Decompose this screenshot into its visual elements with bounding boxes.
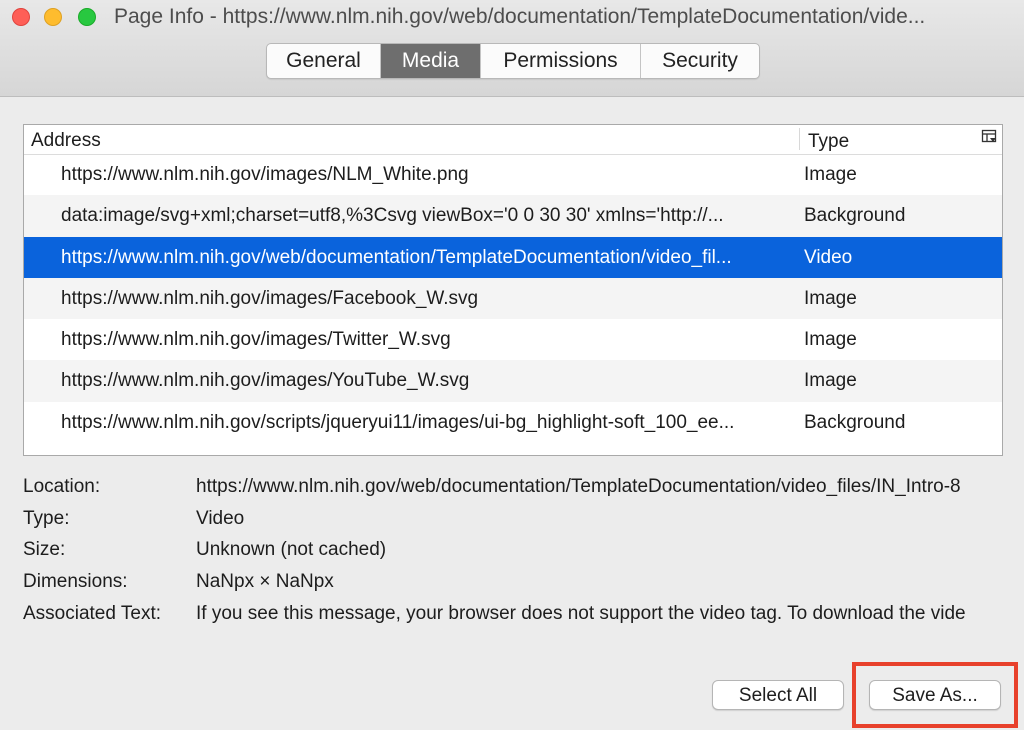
tab-permissions[interactable]: Permissions [481, 44, 641, 78]
table-row[interactable]: https://www.nlm.nih.gov/images/NLM_White… [24, 154, 1002, 195]
row-address: https://www.nlm.nih.gov/images/Facebook_… [61, 287, 479, 309]
table-row[interactable]: https://www.nlm.nih.gov/images/Facebook_… [24, 277, 1002, 320]
row-address: https://www.nlm.nih.gov/images/Twitter_W… [61, 329, 451, 351]
detail-dimensions: Dimensions: NaNpx × NaNpx [23, 571, 1024, 603]
table-row[interactable]: https://www.nlm.nih.gov/images/YouTube_W… [24, 360, 1002, 402]
column-header-address[interactable]: Address [31, 130, 101, 152]
tab-media[interactable]: Media [381, 44, 481, 78]
size-value: Unknown (not cached) [196, 539, 387, 561]
row-type: Background [804, 411, 906, 433]
row-type: Image [804, 370, 857, 392]
column-divider[interactable] [799, 128, 800, 150]
row-type: Image [804, 329, 857, 351]
table-row[interactable]: data:image/svg+xml;charset=utf8,%3Csvg v… [24, 195, 1002, 237]
title-bar: Page Info - https://www.nlm.nih.gov/web/… [0, 0, 1024, 97]
minimize-window-button[interactable] [44, 8, 62, 26]
table-row-selected[interactable]: https://www.nlm.nih.gov/web/documentatio… [24, 236, 1002, 278]
associated-text-value: If you see this message, your browser do… [196, 602, 966, 624]
zoom-window-button[interactable] [78, 8, 96, 26]
type-value: Video [196, 507, 245, 529]
media-details: Location: https://www.nlm.nih.gov/web/do… [23, 476, 1024, 634]
close-window-button[interactable] [12, 8, 30, 26]
location-value: https://www.nlm.nih.gov/web/documentatio… [196, 476, 961, 497]
row-address: https://www.nlm.nih.gov/web/documentatio… [61, 246, 732, 268]
select-all-button[interactable]: Select All [712, 680, 844, 710]
row-type: Image [804, 164, 857, 185]
detail-location: Location: https://www.nlm.nih.gov/web/do… [23, 476, 1024, 508]
table-row[interactable]: https://www.nlm.nih.gov/scripts/jqueryui… [24, 402, 1002, 443]
row-address: data:image/svg+xml;charset=utf8,%3Csvg v… [61, 205, 724, 227]
detail-type: Type: Video [23, 508, 1024, 540]
save-as-highlight-box [852, 662, 1018, 728]
row-type: Background [804, 205, 906, 227]
row-type: Image [804, 287, 857, 309]
row-address: https://www.nlm.nih.gov/images/NLM_White… [61, 164, 469, 185]
tab-security[interactable]: Security [641, 44, 759, 78]
row-type: Video [804, 246, 853, 268]
associated-text-label: Associated Text: [23, 602, 162, 624]
type-label: Type: [23, 507, 70, 529]
column-header-type[interactable]: Type [808, 131, 849, 153]
window-title: Page Info - https://www.nlm.nih.gov/web/… [114, 5, 926, 28]
column-picker-icon[interactable] [981, 129, 997, 145]
detail-size: Size: Unknown (not cached) [23, 539, 1024, 571]
media-table[interactable]: Address Type https://www.nlm.nih.gov/ima… [23, 124, 1003, 456]
table-body: https://www.nlm.nih.gov/images/NLM_White… [24, 154, 1002, 443]
size-label: Size: [23, 539, 66, 561]
row-address: https://www.nlm.nih.gov/images/YouTube_W… [61, 370, 470, 392]
table-header: Address Type [24, 125, 1002, 155]
location-label: Location: [23, 476, 101, 497]
row-address: https://www.nlm.nih.gov/scripts/jqueryui… [61, 411, 735, 433]
tab-general[interactable]: General [267, 44, 381, 78]
detail-associated-text: Associated Text: If you see this message… [23, 603, 1024, 635]
table-row[interactable]: https://www.nlm.nih.gov/images/Twitter_W… [24, 319, 1002, 360]
tab-bar: General Media Permissions Security [266, 43, 760, 79]
dimensions-value: NaNpx × NaNpx [196, 571, 334, 593]
dimensions-label: Dimensions: [23, 571, 128, 593]
